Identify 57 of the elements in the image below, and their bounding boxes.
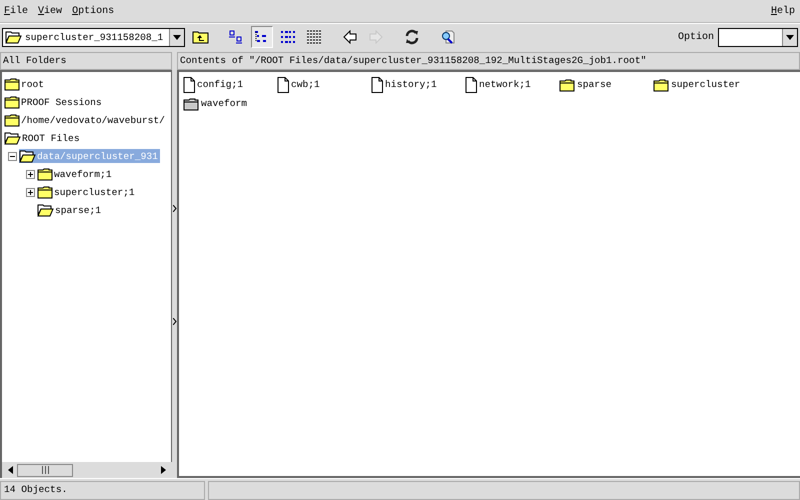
tree-item[interactable]: ROOT Files <box>4 131 82 145</box>
document-icon <box>183 76 195 92</box>
menu-item[interactable]: View <box>38 6 62 16</box>
folder-icon <box>37 185 53 199</box>
document-icon <box>277 76 289 92</box>
scroll-thumb[interactable] <box>17 464 73 476</box>
menu-item[interactable]: Options <box>72 6 114 16</box>
open-folder-icon <box>37 203 54 217</box>
collapse-icon[interactable] <box>8 152 17 160</box>
tree-item[interactable]: PROOF Sessions <box>4 95 104 109</box>
tree-item[interactable]: root <box>4 77 46 91</box>
scroll-right-icon <box>161 466 166 474</box>
content-entry[interactable]: history;1 <box>371 75 437 94</box>
folder-icon <box>4 95 20 109</box>
refresh-icon <box>404 29 420 45</box>
open-folder-icon <box>5 30 22 44</box>
chevron-icon <box>172 205 176 212</box>
list-view-icon <box>280 30 296 44</box>
status-text: 14 Objects. <box>0 481 205 500</box>
content-entry[interactable]: supercluster <box>653 75 740 94</box>
path-dropdown[interactable]: supercluster_931158208_1 <box>2 28 185 46</box>
folder-icon <box>4 77 20 91</box>
toolbar-button[interactable] <box>251 26 273 48</box>
folder-icon <box>653 78 669 92</box>
scroll-left-icon <box>8 466 13 474</box>
chevron-icon <box>172 318 176 325</box>
document-icon <box>371 76 383 92</box>
menu-item[interactable]: File <box>4 6 28 16</box>
folder-icon <box>183 96 199 110</box>
expand-icon[interactable] <box>26 170 35 178</box>
option-dropdown[interactable] <box>718 28 798 46</box>
details-view-icon <box>306 30 322 44</box>
pane-header: Contents of "/ROOT Files/data/supercluster_931158208_192_MultiStages2G_job1.root" <box>177 52 800 70</box>
forward-arrow-icon <box>369 30 383 44</box>
tree-item[interactable]: waveform;1 <box>37 167 114 181</box>
open-folder-icon <box>19 149 36 163</box>
tree-item[interactable]: sparse;1 <box>37 203 104 217</box>
content-entry[interactable]: config;1 <box>183 75 244 94</box>
tree-item[interactable]: /home/vedovato/waveburst/ <box>4 113 167 127</box>
tree-item[interactable]: supercluster;1 <box>37 185 137 199</box>
folder-icon <box>559 78 575 92</box>
content-entry[interactable]: network;1 <box>465 75 531 94</box>
folder-icon <box>4 113 20 127</box>
content-entry[interactable]: sparse <box>559 75 612 94</box>
search-icon <box>440 29 456 45</box>
folder-up-icon <box>192 30 208 44</box>
document-icon <box>465 76 477 92</box>
open-folder-icon <box>4 131 21 145</box>
menu-item[interactable]: Help <box>770 6 795 16</box>
large-icons-view-icon <box>228 30 244 44</box>
expand-icon[interactable] <box>26 188 35 196</box>
content-entry[interactable]: waveform <box>183 94 248 113</box>
option-label: Option <box>678 32 714 42</box>
content-entry[interactable]: cwb;1 <box>277 75 320 94</box>
folder-icon <box>37 167 53 181</box>
pane-header: All Folders <box>0 52 172 70</box>
back-arrow-icon <box>343 30 357 44</box>
